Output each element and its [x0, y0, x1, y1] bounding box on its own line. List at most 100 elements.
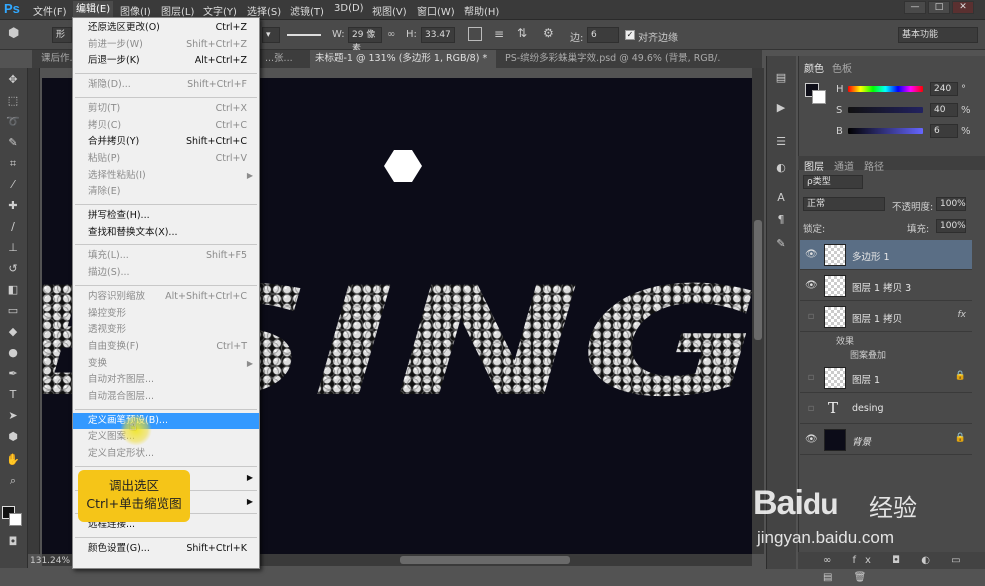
menu-image[interactable]: 图像(I) — [120, 3, 151, 18]
type-tool-icon[interactable]: T — [4, 387, 22, 403]
close-button[interactable]: ✕ — [952, 1, 974, 14]
horizontal-scroll-thumb[interactable] — [400, 556, 570, 564]
layer-row-background[interactable]: 👁 背景 🔒 — [800, 425, 972, 455]
menu-select[interactable]: 选择(S) — [247, 3, 281, 18]
brightness-input[interactable]: 6 — [930, 124, 958, 138]
crop-tool-icon[interactable]: ⌗ — [4, 156, 22, 172]
menu-file[interactable]: 文件(F) — [33, 3, 67, 18]
polygon-tool-preset-icon[interactable]: ⬢ — [8, 26, 30, 44]
opacity-input[interactable]: 100% — [936, 197, 966, 211]
height-input[interactable]: 33.47 — [421, 27, 455, 43]
menu-filter[interactable]: 滤镜(T) — [290, 3, 324, 18]
edit-menu-item[interactable]: 定义画笔预设(B)... — [73, 412, 259, 429]
adjustments-panel-icon[interactable]: ◐ — [772, 160, 790, 176]
color-background-swatch[interactable] — [812, 90, 826, 104]
path-alignment-icon[interactable]: ≡ — [494, 27, 504, 41]
tab-channels[interactable]: 通道 — [834, 158, 854, 173]
tab-document-4[interactable]: PS-缤纷多彩蛛巢字效.psd @ 49.6% (背景, RGB/... — [500, 50, 720, 68]
link-icon[interactable]: ∞ — [387, 29, 395, 40]
healing-brush-tool-icon[interactable]: ✚ — [4, 198, 22, 214]
tab-document-1[interactable]: 课后作... — [36, 50, 76, 68]
layer-thumbnail[interactable] — [824, 429, 846, 451]
fill-select[interactable]: ▾ — [262, 27, 280, 43]
edit-menu-item[interactable]: 查找和替换文本(X)... — [73, 225, 259, 241]
effects-label[interactable]: 效果 — [836, 334, 854, 347]
shape-mode-select[interactable]: 形 — [52, 27, 72, 43]
clone-stamp-tool-icon[interactable]: ⊥ — [4, 240, 22, 256]
lasso-tool-icon[interactable]: ➰ — [4, 114, 22, 130]
text-layer-icon[interactable]: T — [828, 399, 838, 417]
layer-thumbnail[interactable] — [824, 306, 846, 328]
history-brush-tool-icon[interactable]: ↺ — [4, 261, 22, 277]
edit-menu-item[interactable]: 拼写检查(H)... — [73, 208, 259, 224]
minimize-button[interactable]: — — [904, 1, 926, 14]
sides-input[interactable]: 6 — [587, 27, 619, 43]
quick-mask-icon[interactable]: ◘ — [4, 534, 22, 550]
hue-slider[interactable] — [848, 86, 923, 92]
character-panel-icon[interactable]: A — [772, 190, 790, 206]
layer-row-copy[interactable]: ▫ 图层 1 拷贝 fx — [800, 302, 972, 332]
hue-input[interactable]: 240 — [930, 82, 958, 96]
layer-filter-select[interactable]: ρ类型 — [803, 175, 863, 189]
maximize-button[interactable]: □ — [928, 1, 950, 14]
tab-layers[interactable]: 图层 — [804, 158, 824, 173]
tab-document-2[interactable]: ...张... — [260, 50, 310, 68]
layer-thumbnail[interactable] — [824, 275, 846, 297]
layer-row-text[interactable]: ▫ T desing — [800, 394, 972, 424]
gradient-tool-icon[interactable]: ▭ — [4, 303, 22, 319]
width-input[interactable]: 29 像素 — [348, 27, 382, 54]
history-panel-icon[interactable]: ▤ — [772, 70, 790, 86]
path-selection-tool-icon[interactable]: ➤ — [4, 408, 22, 424]
quick-select-tool-icon[interactable]: ✎ — [4, 135, 22, 151]
paragraph-panel-icon[interactable]: ¶ — [772, 212, 790, 228]
hand-tool-icon[interactable]: ✋ — [4, 452, 22, 468]
edit-menu-item[interactable]: 后退一步(K) Alt+Ctrl+Z — [73, 53, 259, 69]
saturation-input[interactable]: 40 — [930, 103, 958, 117]
menu-window[interactable]: 窗口(W) — [417, 3, 455, 18]
tab-paths[interactable]: 路径 — [864, 158, 884, 173]
align-edges-checkbox[interactable]: ✓ — [625, 30, 635, 40]
eye-icon[interactable]: 👁 — [805, 249, 818, 260]
hidden-eye-icon[interactable]: ▫ — [805, 311, 817, 322]
hidden-eye-icon[interactable]: ▫ — [805, 372, 817, 383]
blend-mode-select[interactable]: 正常 — [803, 197, 885, 211]
settings-gear-icon[interactable]: ⚙ — [543, 26, 554, 40]
hidden-eye-icon[interactable]: ▫ — [805, 403, 817, 414]
brush-panel-icon[interactable]: ✎ — [772, 236, 790, 252]
background-color-swatch[interactable] — [9, 513, 22, 526]
edit-menu-item[interactable]: 颜色设置(G)... Shift+Ctrl+K — [73, 541, 259, 557]
saturation-slider[interactable] — [848, 107, 923, 113]
fill-input[interactable]: 100% — [936, 219, 966, 233]
properties-panel-icon[interactable]: ☰ — [772, 134, 790, 150]
blur-tool-icon[interactable]: ◆ — [4, 324, 22, 340]
layer-thumbnail[interactable] — [824, 244, 846, 266]
layer-row-polygon[interactable]: 👁 多边形 1 — [800, 240, 972, 270]
pattern-overlay-effect[interactable]: 图案叠加 — [850, 348, 886, 361]
stroke-style-icon[interactable] — [287, 34, 321, 36]
edit-menu-item[interactable]: 还原选区更改(O) Ctrl+Z — [73, 20, 259, 36]
brush-tool-icon[interactable]: ∕ — [4, 219, 22, 235]
layer-row-copy3[interactable]: 👁 图层 1 拷贝 3 — [800, 271, 972, 301]
eyedropper-tool-icon[interactable]: ⁄ — [4, 177, 22, 193]
menu-view[interactable]: 视图(V) — [372, 3, 407, 18]
tab-document-active[interactable]: 未标题-1 @ 131% (多边形 1, RGB/8) * — [310, 50, 496, 68]
marquee-tool-icon[interactable]: ⬚ — [4, 93, 22, 109]
eye-icon[interactable]: 👁 — [805, 434, 818, 445]
layers-footer-icons[interactable]: ∞ fx ◘ ◐ ▭ ▤ 🗑 — [798, 552, 985, 583]
dodge-tool-icon[interactable]: ● — [4, 345, 22, 361]
path-arrangement-icon[interactable]: ⇅ — [517, 26, 527, 40]
actions-panel-icon[interactable]: ▶ — [772, 100, 790, 116]
menu-3d[interactable]: 3D(D) — [334, 3, 364, 14]
tab-swatches[interactable]: 色板 — [832, 60, 852, 75]
move-tool-icon[interactable]: ✥ — [4, 72, 22, 88]
zoom-tool-icon[interactable]: ⌕ — [4, 473, 22, 489]
fx-icon[interactable]: fx — [958, 310, 967, 320]
eraser-tool-icon[interactable]: ◧ — [4, 282, 22, 298]
brightness-slider[interactable] — [848, 128, 923, 134]
polygon-tool-icon[interactable]: ⬢ — [4, 429, 22, 445]
path-operations-icon[interactable] — [468, 27, 482, 41]
layer-row-layer1[interactable]: ▫ 图层 1 🔒 — [800, 363, 972, 393]
menu-help[interactable]: 帮助(H) — [464, 3, 499, 18]
zoom-level-readout[interactable]: 131.24% — [30, 556, 70, 566]
edit-menu-item[interactable]: 合并拷贝(Y) Shift+Ctrl+C — [73, 134, 259, 150]
